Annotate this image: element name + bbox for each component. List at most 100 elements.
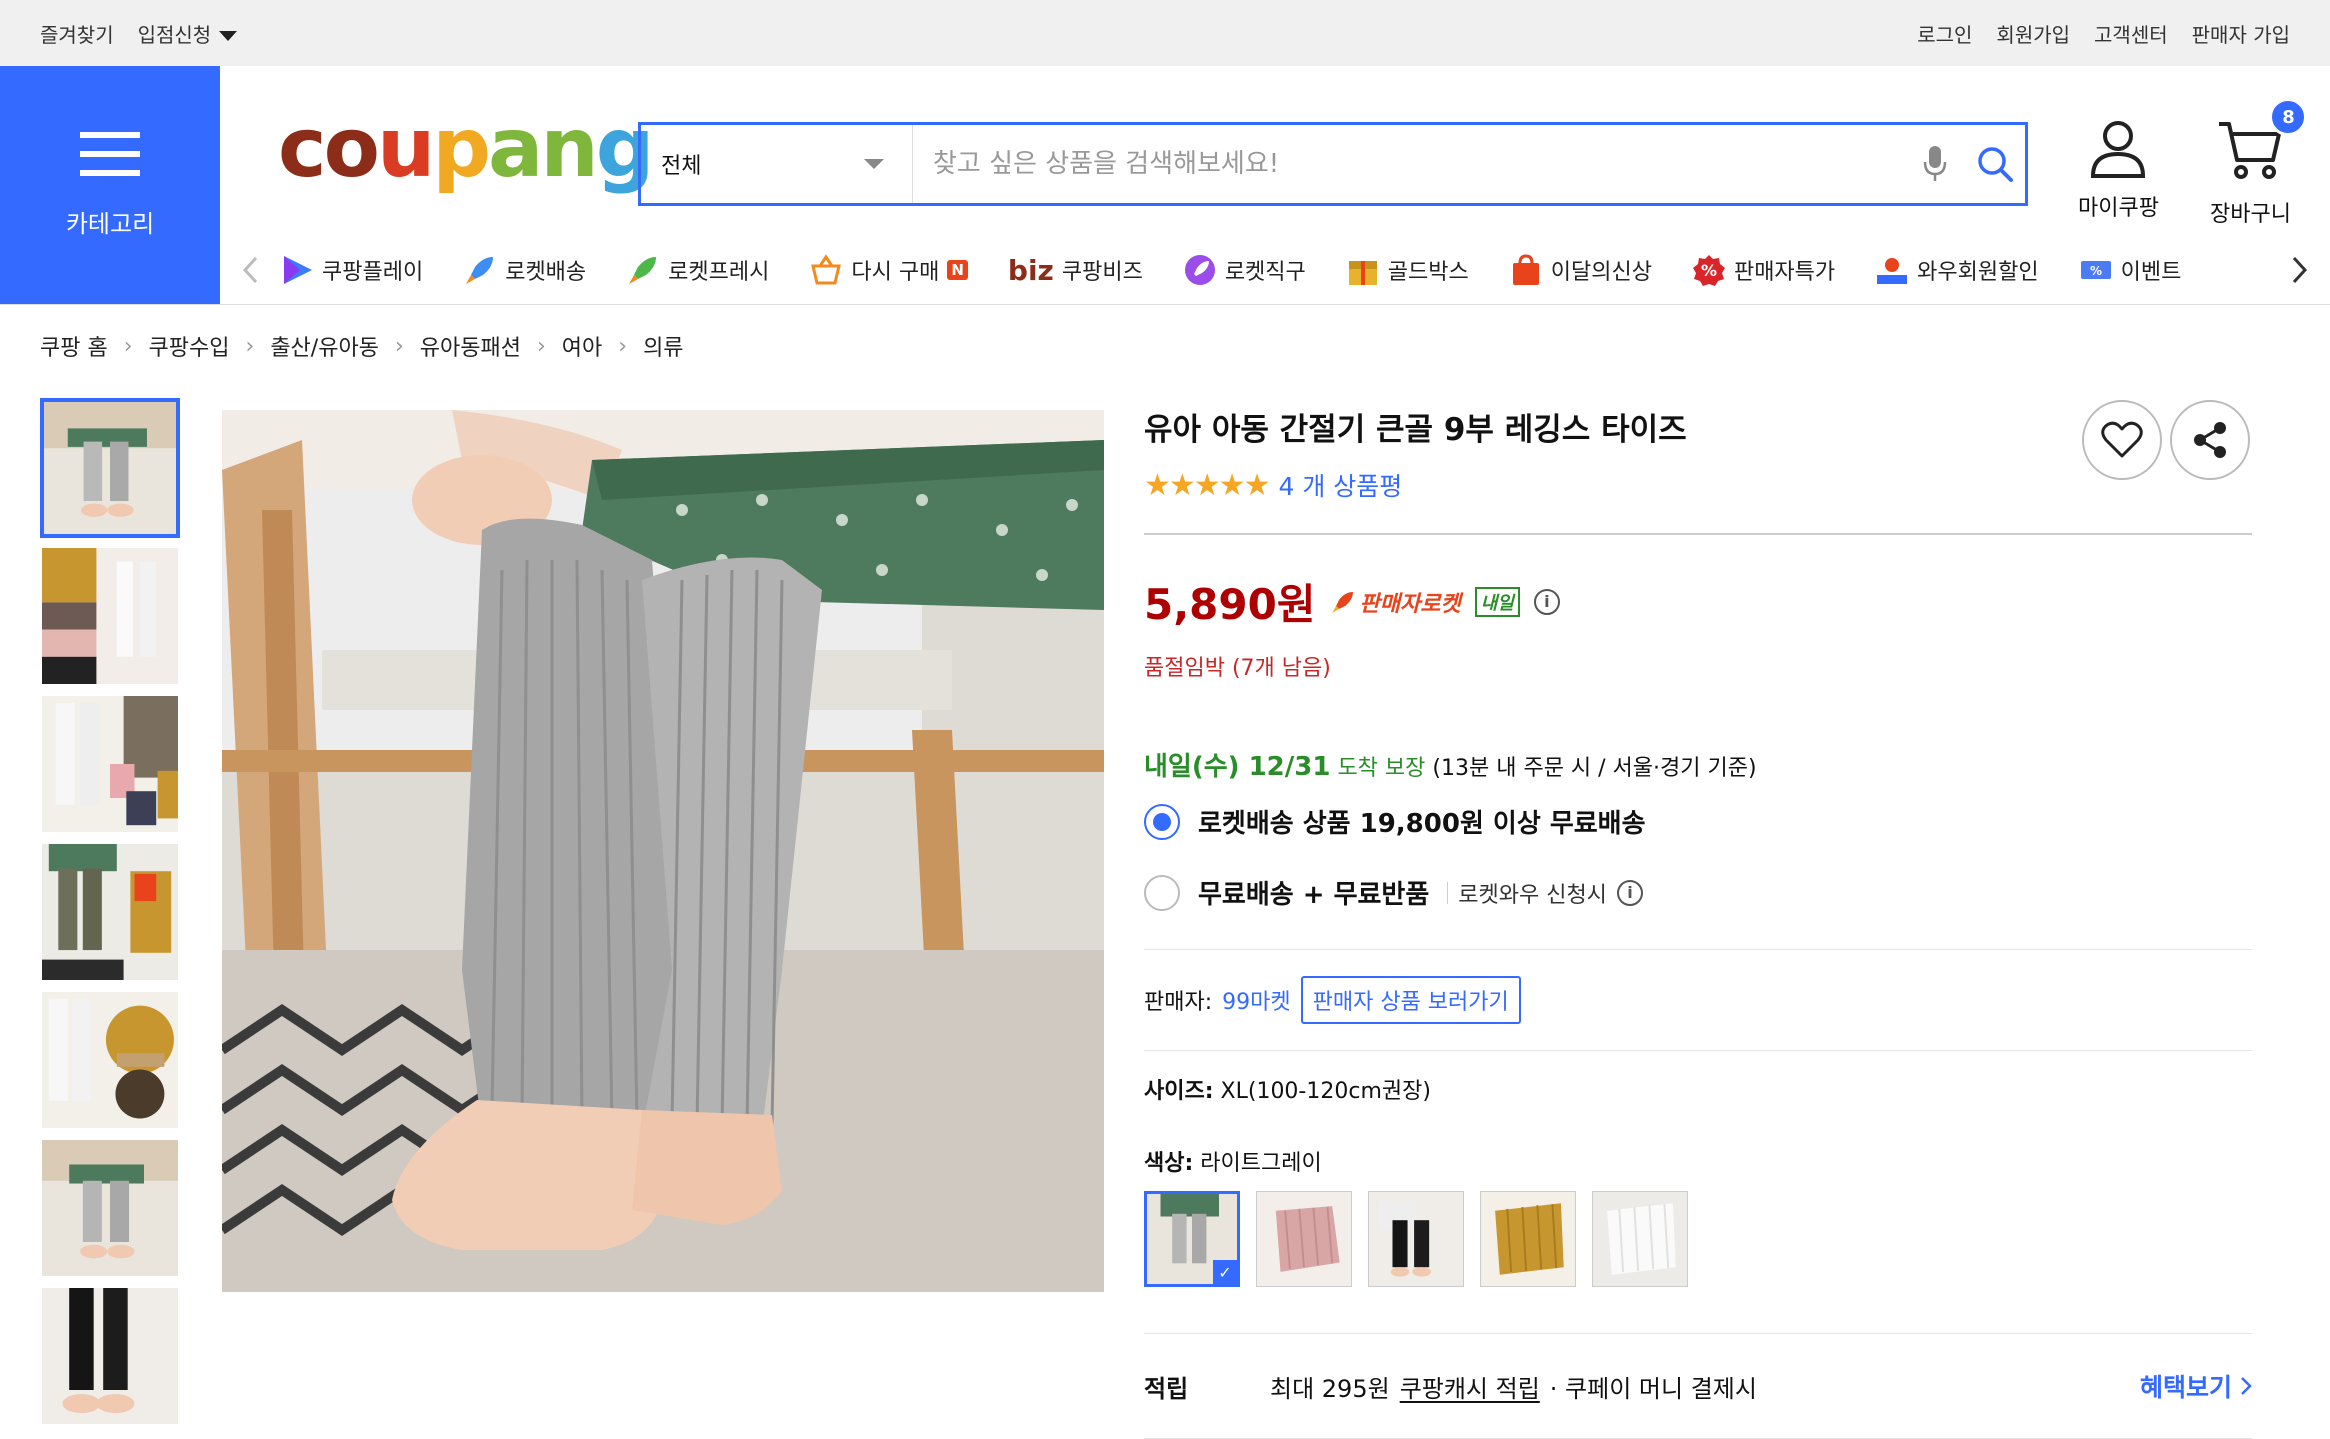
shortcut-goldbox[interactable]: 골드박스 [1346, 253, 1469, 287]
breadcrumb-item[interactable]: 여아 [562, 330, 602, 362]
support-link[interactable]: 고객센터 [2094, 19, 2168, 48]
chevron-down-icon [219, 31, 238, 41]
search-scope-value: 전체 [661, 154, 702, 179]
category-label: 카테고리 [65, 209, 155, 238]
apply-menu[interactable]: 입점신청 [138, 19, 238, 48]
shortcut-wow-discount[interactable]: 와우회원할인 [1875, 253, 2039, 287]
share-icon [2194, 422, 2226, 458]
seller-label: 판매자: [1144, 990, 1213, 1015]
info-icon[interactable]: i [1533, 588, 1560, 615]
size-label: 사이즈: [1144, 1079, 1214, 1104]
shortcut-rocket-global[interactable]: 로켓직구 [1183, 253, 1306, 287]
wishlist-button[interactable] [2082, 400, 2162, 480]
breadcrumb-item[interactable]: 의류 [643, 330, 683, 362]
delivery-guarantee: 도착 보장 [1337, 756, 1426, 781]
shortcut-next-button[interactable] [2270, 255, 2330, 285]
tomorrow-badge: 내일 [1474, 586, 1520, 617]
search-icon[interactable] [1965, 125, 2025, 203]
main-product-image[interactable] [219, 410, 1104, 1292]
breadcrumb-item[interactable]: 유아동패션 [420, 330, 521, 362]
chevron-right-icon: › [123, 333, 133, 359]
chevron-right-icon: › [618, 333, 628, 359]
shortcut-rocket[interactable]: 로켓배송 [463, 253, 586, 287]
review-count-link[interactable]: 4 개 상품평 [1278, 467, 1402, 503]
breadcrumb-item[interactable]: 쿠팡 홈 [40, 330, 108, 362]
cart-button[interactable]: 8 장바구니 [2210, 98, 2308, 228]
shortcut-prev-button[interactable] [220, 255, 280, 285]
color-swatches: ✓ [1144, 1191, 2252, 1287]
rocket-icon [1331, 591, 1353, 613]
product-thumbnail[interactable] [40, 842, 180, 982]
size-value[interactable]: XL(100-120cm권장) [1221, 1079, 1431, 1104]
seller-name-link[interactable]: 99마켓 [1222, 984, 1290, 1016]
heart-icon [2101, 421, 2143, 458]
product-thumbnail[interactable] [40, 990, 180, 1130]
breadcrumb-item[interactable]: 쿠팡수입 [149, 330, 230, 362]
shortcut-biz[interactable]: biz 쿠팡비즈 [1008, 254, 1143, 287]
points-max: 최대 295원 [1270, 1374, 1390, 1403]
shortcut-seller-deal[interactable]: % 판매자특가 [1692, 253, 1835, 287]
seller-signup-link[interactable]: 판매자 가입 [2192, 19, 2290, 48]
benefit-link[interactable]: 혜택보기 [2140, 1368, 2252, 1404]
shipping-option-rocket[interactable]: 로켓배송 상품 19,800원 이상 무료배송 [1144, 803, 2252, 840]
breadcrumb: 쿠팡 홈 › 쿠팡수입 › 출산/유아동 › 유아동패션 › 여아 › 의류 [40, 330, 684, 362]
header-divider [0, 304, 2330, 305]
product-thumbnail[interactable] [40, 1286, 180, 1426]
play-icon [280, 253, 314, 287]
size-row: 사이즈: XL(100-120cm권장) [1144, 1051, 2252, 1105]
rocket-fresh-icon [626, 253, 660, 287]
bookmark-link[interactable]: 즐겨찾기 [40, 19, 114, 48]
new-badge: N [947, 260, 968, 280]
radio-selected[interactable] [1144, 803, 1180, 840]
chevron-right-icon [2292, 256, 2308, 284]
coupang-logo[interactable]: coupang [278, 108, 654, 190]
product-thumbnail[interactable] [40, 1138, 180, 1278]
info-icon[interactable]: i [1616, 879, 1643, 906]
shortcut-event[interactable]: % 이벤트 [2079, 253, 2181, 287]
login-link[interactable]: 로그인 [1917, 19, 1972, 48]
mycoupang-button[interactable]: 마이쿠팡 [2078, 118, 2159, 222]
points-note: · 쿠페이 머니 결제시 [1549, 1374, 1757, 1403]
signup-link[interactable]: 회원가입 [1996, 19, 2070, 48]
seller-products-button[interactable]: 판매자 상품 보러가기 [1300, 976, 1521, 1024]
color-swatch-pink[interactable] [1256, 1191, 1352, 1287]
category-button[interactable]: 카테고리 [0, 66, 220, 304]
search-input[interactable] [913, 125, 1905, 203]
color-swatch-white[interactable] [1592, 1191, 1688, 1287]
search-scope-select[interactable]: 전체 [641, 125, 913, 203]
shipping-option-label: 무료배송 + 무료반품 [1198, 880, 1430, 910]
product-thumbnail[interactable] [40, 694, 180, 834]
thumbnail-list [40, 398, 180, 1426]
shortcut-rebuy[interactable]: 다시 구매 N [809, 253, 968, 287]
seller-rocket-badge: 판매자로켓 [1330, 586, 1461, 618]
share-button[interactable] [2170, 400, 2250, 480]
rocket-icon [463, 253, 497, 287]
biz-icon: biz [1007, 253, 1054, 287]
shipping-option-free[interactable]: 무료배송 + 무료반품 로켓와우 신청시 i [1144, 874, 2252, 911]
coupang-cash-link[interactable]: 쿠팡캐시 적립 [1400, 1369, 1540, 1404]
wow-note: 로켓와우 신청시 [1458, 882, 1607, 908]
color-swatch-lightgray[interactable]: ✓ [1144, 1191, 1240, 1287]
color-swatch-mustard[interactable] [1480, 1191, 1576, 1287]
event-icon: % [2079, 253, 2113, 287]
color-swatch-black[interactable] [1368, 1191, 1464, 1287]
shipping-option-label: 로켓배송 상품 19,800원 이상 무료배송 [1198, 809, 1646, 839]
cart-count-badge: 8 [2269, 98, 2308, 136]
stock-status: 품절임박 (7개 남음) [1144, 656, 1331, 681]
shortcut-new-arrivals[interactable]: 이달의신상 [1509, 253, 1652, 287]
product-thumbnail[interactable] [40, 546, 180, 686]
radio-unselected[interactable] [1144, 874, 1180, 911]
breadcrumb-item[interactable]: 출산/유아동 [270, 330, 379, 362]
color-label: 색상: [1144, 1151, 1194, 1176]
product-thumbnail[interactable] [40, 398, 180, 538]
svg-text:%: % [2090, 264, 2102, 278]
microphone-icon[interactable] [1905, 125, 1965, 203]
chevron-right-icon: › [245, 333, 255, 359]
shortcut-coupangplay[interactable]: 쿠팡플레이 [280, 253, 423, 287]
chevron-down-icon [864, 159, 884, 169]
seller-row: 판매자: 99마켓 판매자 상품 보러가기 [1144, 950, 2252, 1050]
chevron-left-icon [242, 256, 258, 284]
chevron-right-icon: › [536, 333, 546, 359]
star-rating-icon: ★★★★★ [1144, 467, 1270, 503]
shortcut-rocket-fresh[interactable]: 로켓프레시 [626, 253, 769, 287]
